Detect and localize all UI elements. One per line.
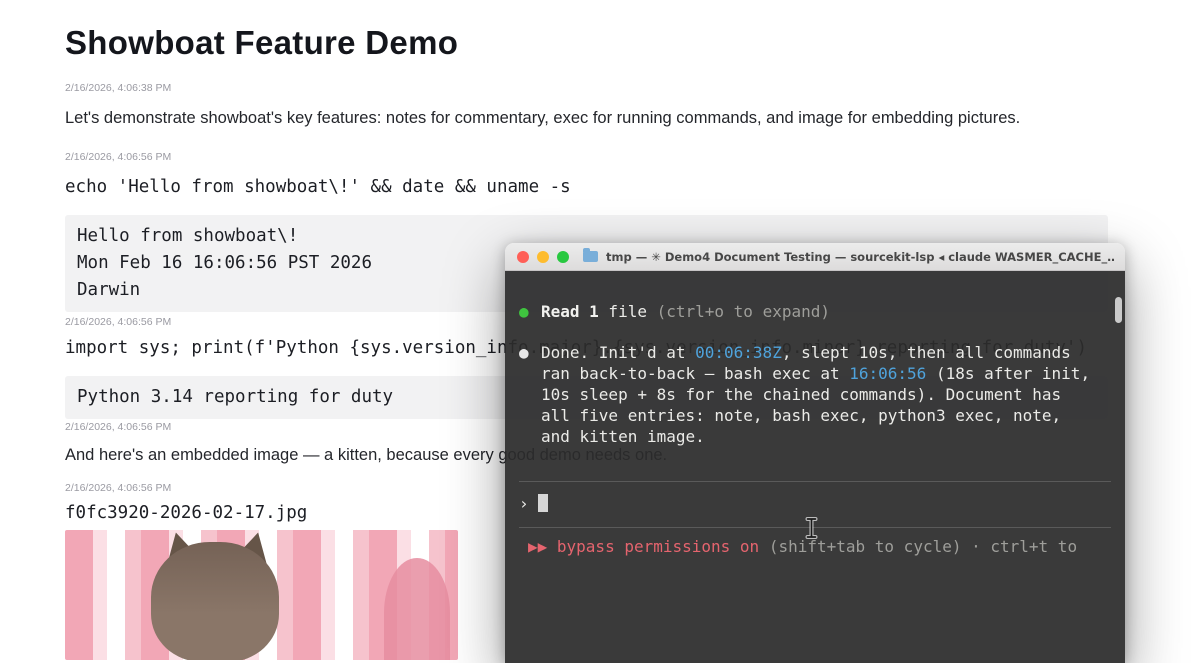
prompt-symbol: › — [519, 493, 529, 514]
photo-decoration — [384, 558, 450, 660]
permission-mode-label: bypass permissions on — [547, 537, 759, 556]
entry-timestamp: 2/16/2026, 4:06:38 PM — [65, 82, 1200, 94]
assistant-message: ● Done. Init'd at 00:06:38Z, slept 10s, … — [519, 342, 1111, 447]
terminal-title: tmp — ✳ Demo4 Document Testing — sourcek… — [606, 250, 1115, 264]
command-line: echo 'Hello from showboat\!' && date && … — [65, 175, 1200, 199]
terminal-titlebar[interactable]: tmp — ✳ Demo4 Document Testing — sourcek… — [505, 243, 1125, 271]
permissions-status-bar: ▶▶ bypass permissions on (shift+tab to c… — [519, 536, 1111, 557]
assistant-message-text: Done. Init'd at 00:06:38Z, slept 10s, th… — [541, 342, 1090, 447]
terminal-content[interactable]: ● Read 1 file (ctrl+o to expand) ● Done.… — [505, 271, 1125, 663]
expand-hint: (ctrl+o to expand) — [647, 302, 830, 321]
message-segment: Done. Init'd at — [541, 343, 695, 362]
terminal-scrollbar[interactable] — [1115, 297, 1122, 323]
terminal-prompt[interactable]: › — [519, 492, 1111, 514]
fast-forward-icon: ▶▶ — [528, 537, 547, 556]
folder-icon — [583, 251, 598, 262]
text-cursor — [538, 494, 548, 512]
status-bullet-icon: ● — [519, 301, 541, 322]
status-hint: (shift+tab to cycle) · ctrl+t to — [759, 537, 1077, 556]
timestamp-value: 00:06:38Z — [695, 343, 782, 362]
note-text: Let's demonstrate showboat's key feature… — [65, 106, 1065, 131]
timestamp-value: 16:06:56 — [849, 364, 926, 383]
read-count: Read 1 — [541, 302, 599, 321]
page-title: Showboat Feature Demo — [65, 24, 1200, 62]
input-box-top-border — [519, 481, 1111, 482]
tool-result-text: Read 1 file (ctrl+o to expand) — [541, 301, 830, 322]
kitten-head — [151, 542, 279, 660]
input-box-bottom-border — [519, 527, 1111, 528]
entry-timestamp: 2/16/2026, 4:06:56 PM — [65, 151, 1200, 163]
close-window-button[interactable] — [517, 251, 529, 263]
terminal-window[interactable]: tmp — ✳ Demo4 Document Testing — sourcek… — [505, 243, 1125, 663]
status-bullet-icon: ● — [519, 342, 541, 447]
zoom-window-button[interactable] — [557, 251, 569, 263]
tool-result-line: ● Read 1 file (ctrl+o to expand) — [519, 301, 1111, 322]
minimize-window-button[interactable] — [537, 251, 549, 263]
read-word: file — [599, 302, 647, 321]
kitten-photo — [65, 530, 458, 660]
